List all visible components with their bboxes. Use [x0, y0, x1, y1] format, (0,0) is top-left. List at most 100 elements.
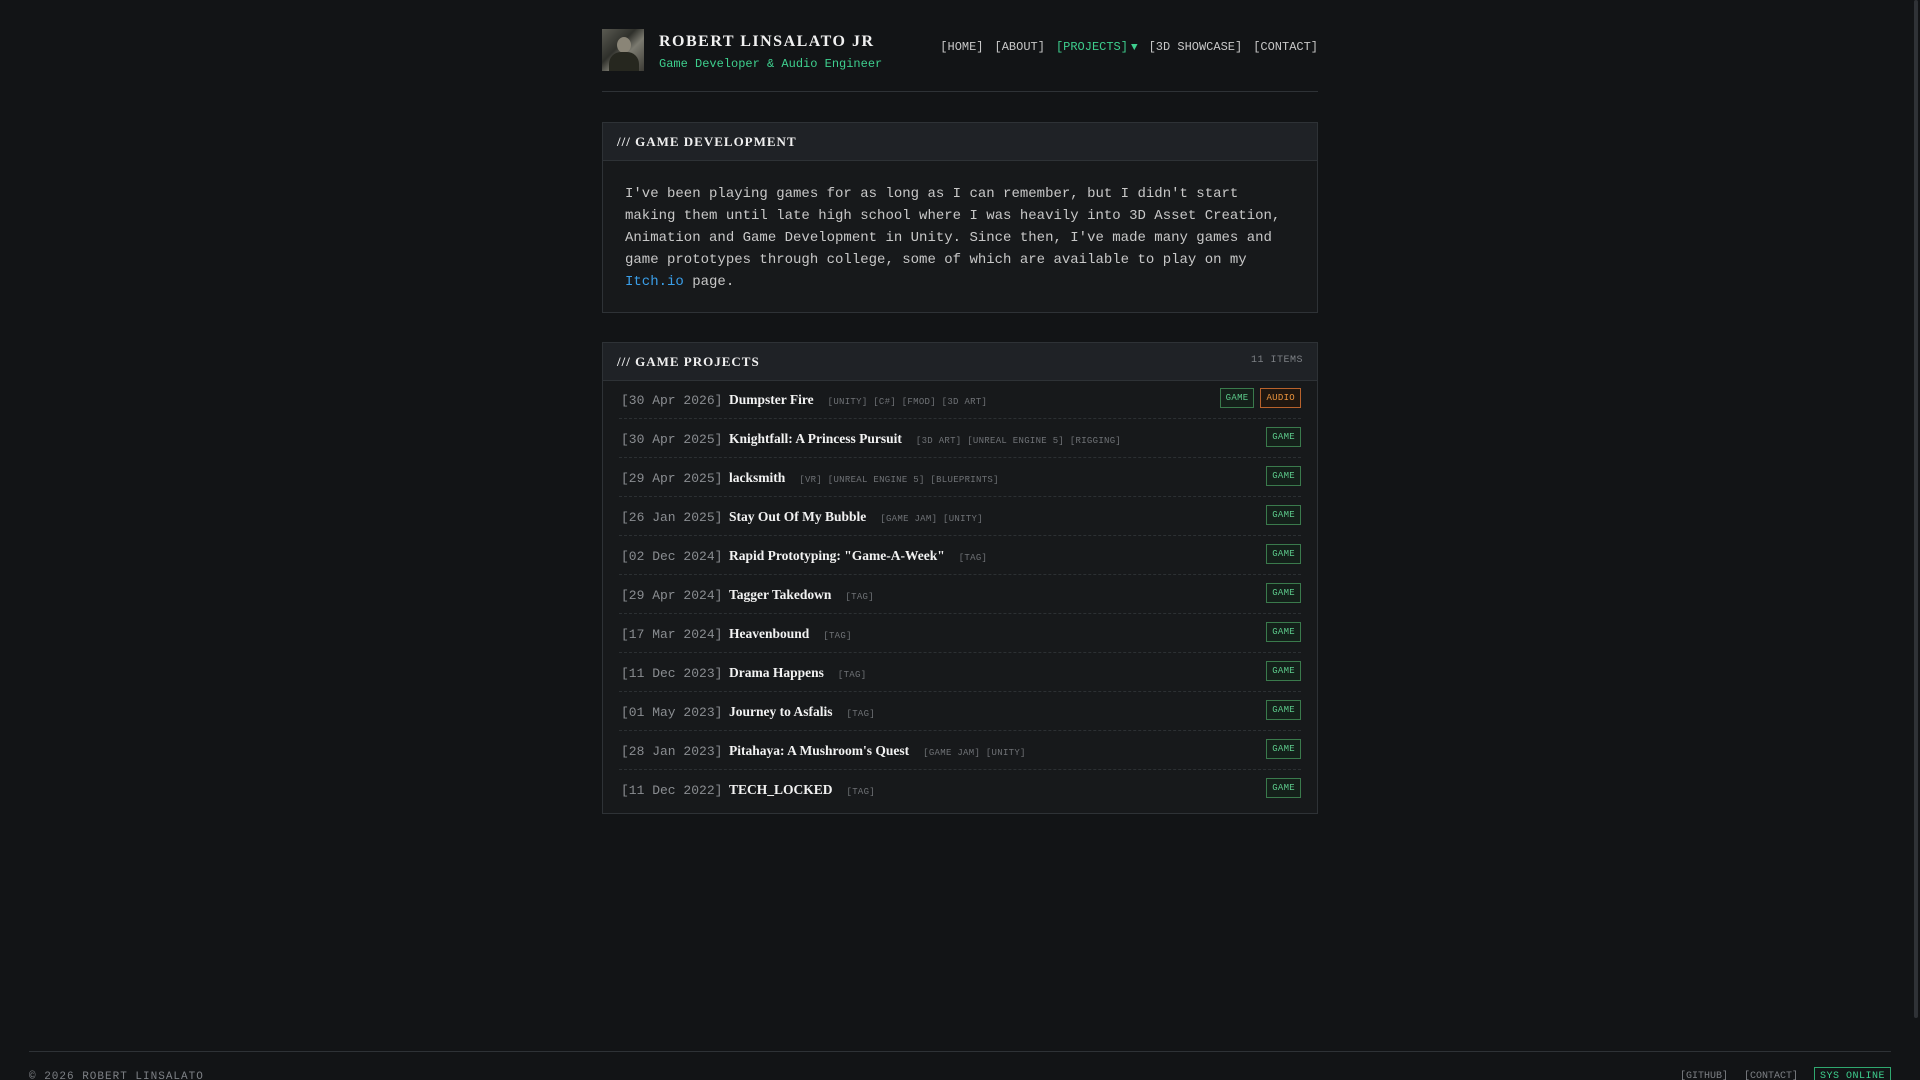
avatar[interactable] — [602, 29, 644, 71]
project-date: [30 Apr 2025] — [621, 432, 723, 447]
game-badge: GAME — [1266, 778, 1301, 798]
site-footer: © 2026 ROBERT LINSALATO [GITHUB] [CONTAC… — [29, 1051, 1891, 1080]
project-tags: [TAG] — [958, 553, 988, 563]
project-date: [11 Dec 2023] — [621, 666, 723, 681]
project-badges: GAME — [1266, 427, 1301, 447]
copyright-text: © 2026 ROBERT LINSALATO — [29, 1071, 204, 1080]
panel-title: /// GAME PROJECTS — [617, 354, 760, 369]
project-name[interactable]: Rapid Prototyping: "Game-A-Week" [TAG] — [729, 548, 987, 564]
project-title: TECH_LOCKED — [729, 782, 833, 797]
project-title: Dumpster Fire — [729, 392, 814, 407]
project-tags: [UNITY] [C#] [FMOD] [3D ART] — [827, 397, 988, 407]
game-projects-panel: /// GAME PROJECTS 11 ITEMS [30 Apr 2026]… — [602, 342, 1318, 814]
audio-badge: AUDIO — [1260, 388, 1301, 408]
game-badge: GAME — [1266, 544, 1301, 564]
itch-io-link[interactable]: Itch.io — [625, 274, 684, 290]
panel-header: /// GAME DEVELOPMENT — [603, 123, 1317, 161]
project-date: [26 Jan 2025] — [621, 510, 723, 525]
project-row[interactable]: [26 Jan 2025] Stay Out Of My Bubble [GAME… — [619, 498, 1301, 536]
project-title: Tagger Takedown — [729, 587, 832, 602]
project-title: Drama Happens — [729, 665, 824, 680]
site-header: ROBERT LINSALATO JR Game Developer & Aud… — [602, 29, 1318, 92]
nav-projects[interactable]: [PROJECTS] ▼ — [1056, 40, 1138, 54]
project-tags: [TAG] — [846, 787, 876, 797]
project-badges: GAME — [1266, 622, 1301, 642]
intro-text-after: page. — [683, 274, 735, 290]
nav-3d-showcase[interactable]: [3D SHOWCASE] — [1149, 40, 1243, 54]
project-title: Stay Out Of My Bubble — [729, 509, 867, 524]
scrollbar[interactable] — [1910, 0, 1920, 1080]
project-tags: [GAME JAM] [UNITY] — [880, 514, 983, 524]
site-name[interactable]: ROBERT LINSALATO JR — [659, 33, 875, 51]
project-badges: GAME AUDIO — [1219, 388, 1301, 408]
project-tags: [3D ART] [UNREAL ENGINE 5] [RIGGING] — [915, 436, 1122, 446]
nav-projects-label: [PROJECTS] — [1055, 40, 1128, 54]
project-tags: [TAG] — [845, 592, 874, 602]
project-name[interactable]: TECH_LOCKED [TAG] — [729, 782, 875, 798]
project-badges: GAME — [1266, 505, 1301, 525]
footer-github-link[interactable]: [GITHUB] — [1680, 1071, 1728, 1080]
project-title: Heavenbound — [729, 626, 810, 641]
project-badges: GAME — [1266, 544, 1301, 564]
project-tags: [TAG] — [846, 709, 876, 719]
panel-title: /// GAME DEVELOPMENT — [617, 134, 797, 149]
project-row[interactable]: [01 May 2023] Journey to Asfalis [TAG] GA… — [619, 693, 1301, 731]
nav-contact[interactable]: [CONTACT] — [1253, 40, 1318, 54]
project-tags: [GAME JAM] [UNITY] — [923, 748, 1026, 758]
project-date: [02 Dec 2024] — [621, 549, 723, 564]
project-badges: GAME — [1266, 700, 1301, 720]
project-tags: [TAG] — [823, 631, 852, 641]
project-name[interactable]: Heavenbound [TAG] — [729, 626, 852, 642]
project-name[interactable]: Tagger Takedown [TAG] — [729, 587, 874, 603]
chevron-down-icon[interactable]: ▼ — [1131, 42, 1138, 54]
project-date: [01 May 2023] — [621, 705, 723, 720]
project-row[interactable]: [11 Dec 2022] TECH_LOCKED [TAG] GAME — [619, 771, 1301, 808]
main-nav: [HOME] [ABOUT] [PROJECTS] ▼ [3D SHOWCASE]… — [940, 40, 1318, 54]
project-date: [11 Dec 2022] — [621, 783, 723, 798]
project-date: [29 Apr 2024] — [621, 588, 723, 603]
project-tags: [VR] [UNREAL ENGINE 5] [BLUEPRINTS] — [799, 475, 999, 485]
game-development-panel: /// GAME DEVELOPMENT I've been playing g… — [602, 122, 1318, 313]
project-name[interactable]: Knightfall: A Princess Pursuit [3D ART] [… — [729, 431, 1121, 447]
nav-home[interactable]: [HOME] — [940, 40, 983, 54]
game-badge: GAME — [1266, 466, 1301, 486]
project-row[interactable]: [28 Jan 2023] Pitahaya: A Mushroom's Que… — [619, 732, 1301, 770]
project-badges: GAME — [1266, 778, 1301, 798]
intro-text-before: I've been playing games for as long as I… — [625, 186, 1281, 268]
project-name[interactable]: Dumpster Fire [UNITY] [C#] [FMOD] [3D ART… — [729, 392, 987, 408]
project-row[interactable]: [17 Mar 2024] Heavenbound [TAG] GAME — [619, 615, 1301, 653]
panel-header: /// GAME PROJECTS 11 ITEMS — [603, 343, 1317, 381]
project-badges: GAME — [1266, 739, 1301, 759]
project-title: Knightfall: A Princess Pursuit — [729, 431, 902, 446]
avatar-body-shape — [609, 52, 639, 71]
project-row[interactable]: [29 Apr 2025] lacksmith [VR] [UNREAL ENGI… — [619, 459, 1301, 497]
nav-about[interactable]: [ABOUT] — [995, 40, 1045, 54]
project-list: [30 Apr 2026] Dumpster Fire [UNITY] [C#] … — [619, 381, 1301, 809]
game-badge: GAME — [1266, 427, 1301, 447]
project-row[interactable]: [30 Apr 2025] Knightfall: A Princess Pur… — [619, 420, 1301, 458]
game-badge: GAME — [1266, 622, 1301, 642]
project-tags: [TAG] — [837, 670, 867, 680]
project-row[interactable]: [02 Dec 2024] Rapid Prototyping: "Game-A… — [619, 537, 1301, 575]
game-badge: GAME — [1266, 661, 1301, 681]
site-subtitle: Game Developer & Audio Engineer — [659, 57, 883, 71]
game-badge: GAME — [1266, 583, 1301, 603]
footer-links: [GITHUB] [CONTACT] SYS ONLINE — [1680, 1067, 1891, 1080]
project-name[interactable]: lacksmith [VR] [UNREAL ENGINE 5] [BLUEPRI… — [729, 470, 999, 486]
project-row[interactable]: [11 Dec 2023] Drama Happens [TAG] GAME — [619, 654, 1301, 692]
project-title: Pitahaya: A Mushroom's Quest — [729, 743, 910, 758]
project-name[interactable]: Pitahaya: A Mushroom's Quest [GAME JAM] [… — [729, 743, 1026, 759]
avatar-head-shape — [617, 37, 631, 53]
project-title: Journey to Asfalis — [729, 704, 833, 719]
project-row[interactable]: [30 Apr 2026] Dumpster Fire [UNITY] [C#] … — [619, 381, 1301, 419]
game-badge: GAME — [1219, 388, 1255, 408]
project-name[interactable]: Journey to Asfalis [TAG] — [729, 704, 875, 720]
project-name[interactable]: Drama Happens [TAG] — [729, 665, 866, 681]
project-row[interactable]: [29 Apr 2024] Tagger Takedown [TAG] GAME — [619, 576, 1301, 614]
project-name[interactable]: Stay Out Of My Bubble [GAME JAM] [UNITY] — [729, 509, 983, 525]
intro-paragraph: I've been playing games for as long as I… — [625, 183, 1297, 293]
project-badges: GAME — [1266, 661, 1301, 681]
footer-contact-link[interactable]: [CONTACT] — [1744, 1071, 1798, 1080]
project-date: [28 Jan 2023] — [621, 744, 723, 759]
scrollbar-thumb[interactable] — [1914, 0, 1918, 1018]
